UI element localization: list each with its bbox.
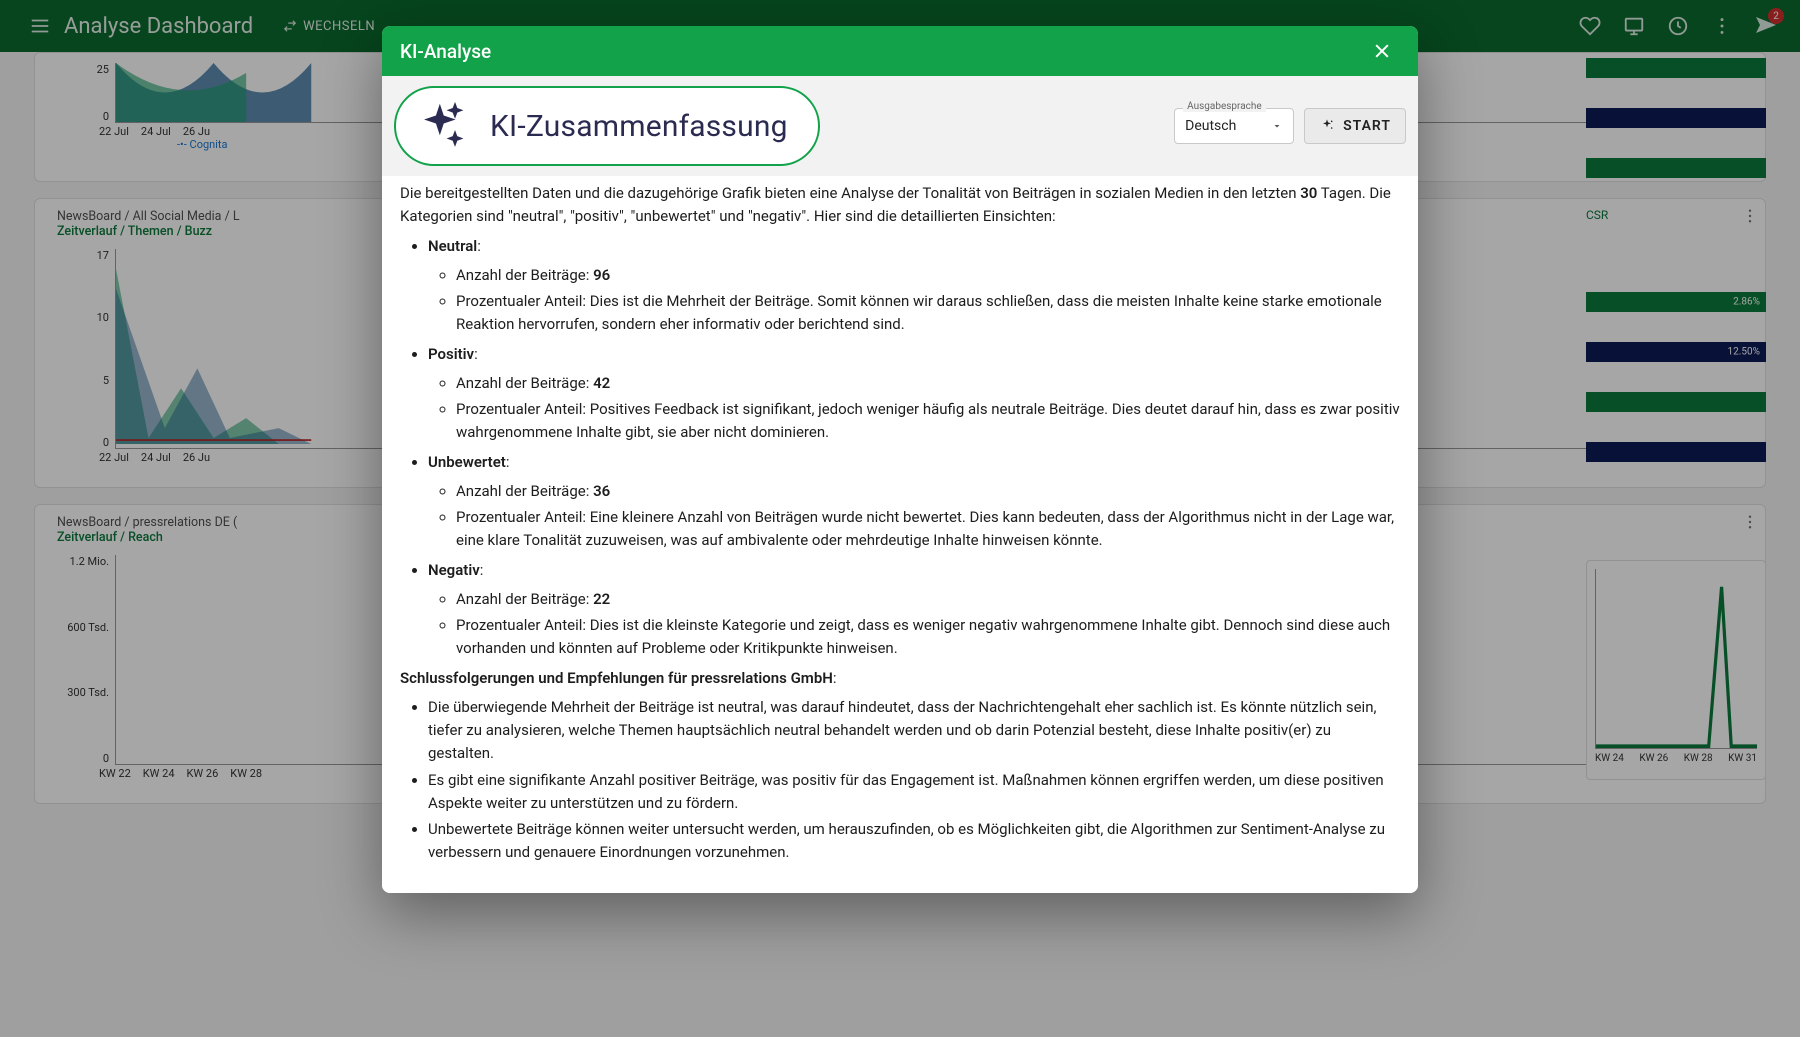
modal-overlay[interactable]: KI-Analyse KI-Zusammenfassung Ausgabesp — [0, 0, 1800, 1037]
analysis-section: Unbewertet:Anzahl der Beiträge: 36Prozen… — [428, 451, 1400, 553]
analysis-section: Neutral:Anzahl der Beiträge: 96Prozentua… — [428, 235, 1400, 337]
modal-header: KI-Analyse — [382, 26, 1418, 76]
section-name: Negativ — [428, 561, 480, 579]
language-select[interactable]: Ausgabesprache Deutsch — [1174, 108, 1294, 144]
sparkle-icon — [416, 100, 468, 152]
start-button[interactable]: START — [1304, 108, 1406, 144]
section-pct: Prozentualer Anteil: Dies ist die kleins… — [456, 614, 1400, 661]
section-count: Anzahl der Beiträge: 36 — [456, 480, 1400, 503]
sparkle-small-icon — [1319, 118, 1335, 134]
conclusion-item: Die überwiegende Mehrheit der Beiträge i… — [428, 696, 1400, 766]
chevron-down-icon — [1271, 120, 1283, 132]
section-pct: Prozentualer Anteil: Dies ist die Mehrhe… — [456, 290, 1400, 337]
intro-paragraph: Die bereitgestellten Daten und die dazug… — [400, 182, 1400, 229]
modal-title: KI-Analyse — [400, 40, 491, 63]
conclusion-heading: Schlussfolgerungen und Empfehlungen für … — [400, 667, 1400, 690]
conclusion-list: Die überwiegende Mehrheit der Beiträge i… — [428, 696, 1400, 865]
modal-body: Die bereitgestellten Daten und die dazug… — [382, 176, 1418, 893]
section-pct: Prozentualer Anteil: Eine kleinere Anzah… — [456, 506, 1400, 553]
section-count: Anzahl der Beiträge: 42 — [456, 372, 1400, 395]
language-select-value: Deutsch — [1185, 118, 1236, 134]
ai-summary-pill: KI-Zusammenfassung — [394, 86, 820, 166]
analysis-section: Negativ:Anzahl der Beiträge: 22Prozentua… — [428, 559, 1400, 661]
analysis-section: Positiv:Anzahl der Beiträge: 42Prozentua… — [428, 343, 1400, 445]
section-count: Anzahl der Beiträge: 96 — [456, 264, 1400, 287]
language-select-label: Ausgabesprache — [1183, 101, 1266, 112]
section-name: Neutral — [428, 237, 477, 255]
conclusion-item: Unbewertete Beiträge können weiter unter… — [428, 818, 1400, 865]
section-pct: Prozentualer Anteil: Positives Feedback … — [456, 398, 1400, 445]
analysis-sections: Neutral:Anzahl der Beiträge: 96Prozentua… — [428, 235, 1400, 661]
ai-analysis-modal: KI-Analyse KI-Zusammenfassung Ausgabesp — [382, 26, 1418, 893]
section-name: Unbewertet — [428, 453, 506, 471]
conclusion-item: Es gibt eine signifikante Anzahl positiv… — [428, 769, 1400, 816]
section-name: Positiv — [428, 345, 474, 363]
ai-summary-label: KI-Zusammenfassung — [490, 109, 788, 144]
close-icon[interactable] — [1364, 33, 1400, 69]
section-count: Anzahl der Beiträge: 22 — [456, 588, 1400, 611]
modal-toolbar: KI-Zusammenfassung Ausgabesprache Deutsc… — [382, 76, 1418, 176]
start-button-label: START — [1343, 118, 1391, 134]
